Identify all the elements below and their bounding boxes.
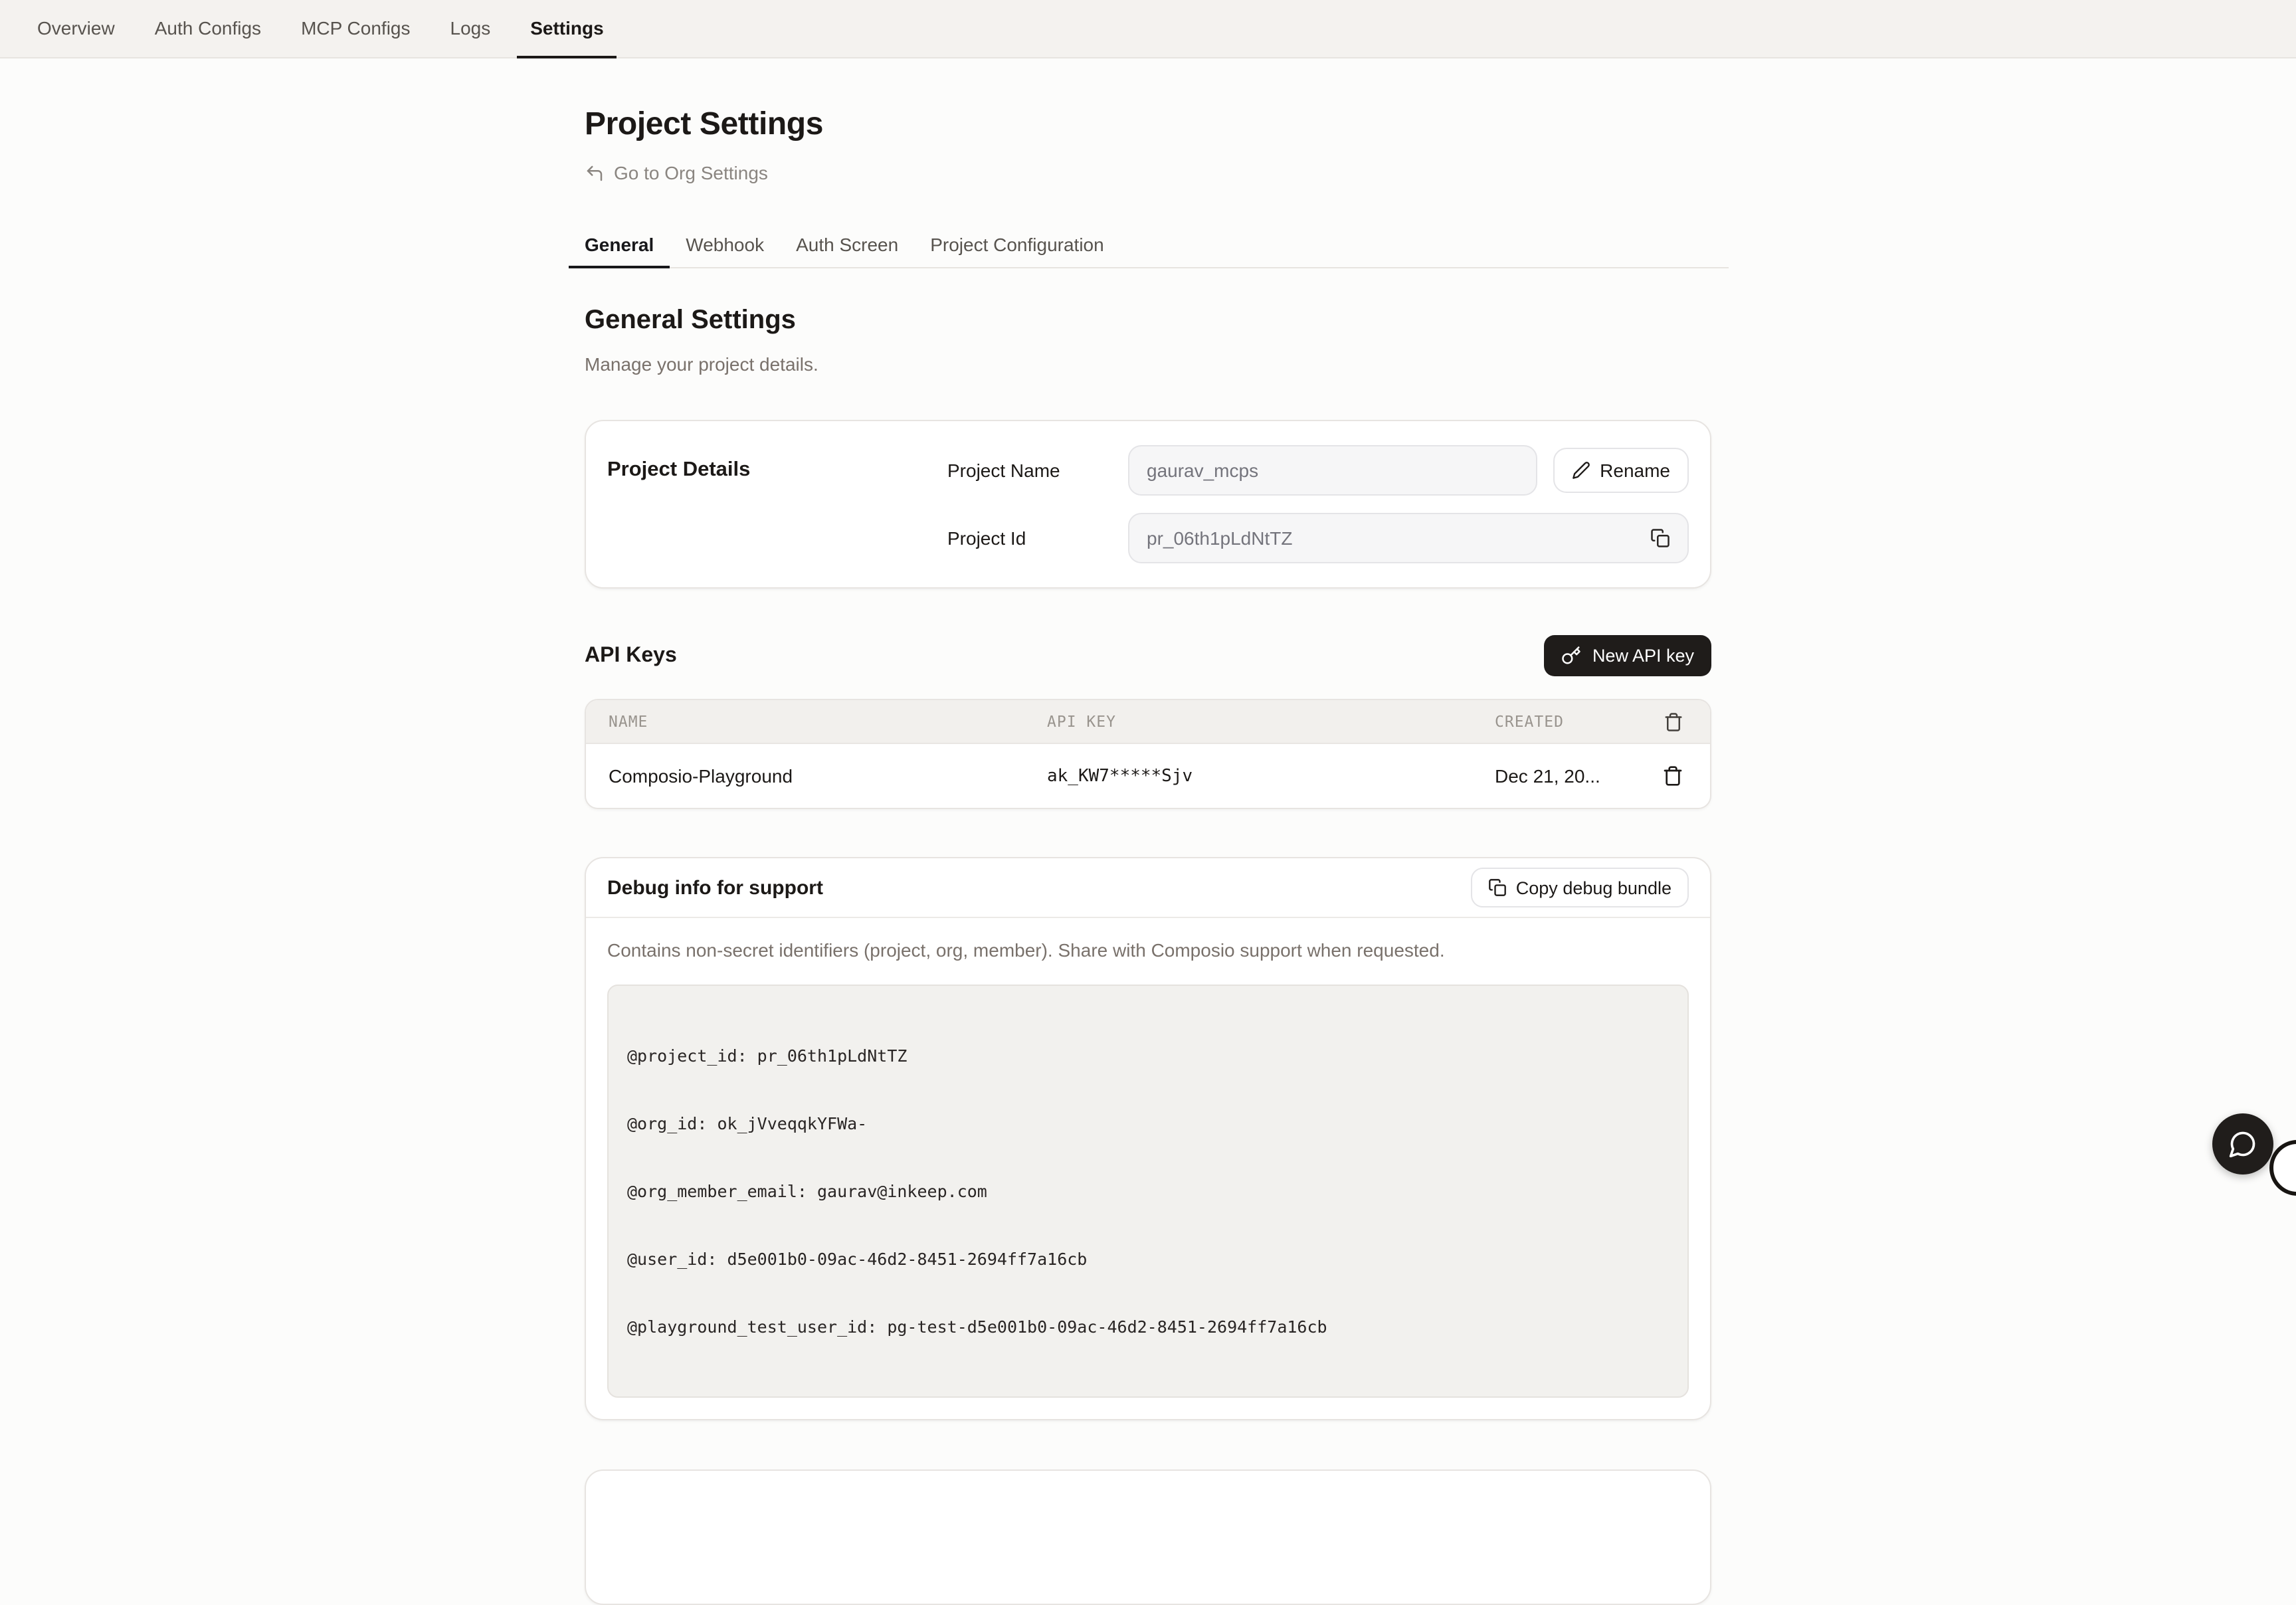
general-settings-title: General Settings <box>585 306 1711 336</box>
copy-icon <box>1488 878 1507 897</box>
column-header-name: NAME <box>609 712 1047 731</box>
tab-auth-screen[interactable]: Auth Screen <box>780 222 914 268</box>
project-name-label: Project Name <box>947 460 1112 481</box>
project-details-card-title: Project Details <box>607 445 947 563</box>
project-details-form: Project Name gaurav_mcps Rename Project … <box>947 445 1689 563</box>
delete-api-key-button[interactable] <box>1658 761 1687 791</box>
debug-info-body: Contains non-secret identifiers (project… <box>586 918 1710 1419</box>
rename-button-label: Rename <box>1600 460 1670 481</box>
new-api-key-button-label: New API key <box>1592 646 1694 666</box>
code-line: @user_id: d5e001b0-09ac-46d2-8451-2694ff… <box>627 1248 1669 1270</box>
speech-bubble-icon <box>2228 1129 2257 1159</box>
general-settings-subtitle: Manage your project details. <box>585 353 1711 375</box>
project-id-input: pr_06th1pLdNtTZ <box>1128 513 1689 563</box>
delete-all-keys-icon-header <box>1636 711 1710 731</box>
code-line: @project_id: pr_06th1pLdNtTZ <box>627 1044 1669 1067</box>
debug-info-card: Debug info for support Copy debug bundle… <box>585 857 1711 1420</box>
pencil-icon <box>1572 461 1590 480</box>
api-keys-table-header: NAME API KEY CREATED <box>586 700 1710 743</box>
project-id-label: Project Id <box>947 527 1112 549</box>
api-key-masked-value: ak_KW7*****Sjv <box>1047 766 1495 786</box>
api-keys-title: API Keys <box>585 644 677 668</box>
next-section-card-partial <box>585 1469 1711 1605</box>
code-line: @org_member_email: gaurav@inkeep.com <box>627 1180 1669 1202</box>
column-header-api-key: API KEY <box>1047 712 1495 731</box>
rename-button[interactable]: Rename <box>1553 448 1689 493</box>
debug-info-title: Debug info for support <box>607 876 823 899</box>
copy-debug-bundle-button[interactable]: Copy debug bundle <box>1471 868 1689 907</box>
nav-tab-mcp-configs[interactable]: MCP Configs <box>288 0 423 58</box>
tab-project-configuration[interactable]: Project Configuration <box>914 222 1120 268</box>
code-line: @playground_test_user_id: pg-test-d5e001… <box>627 1315 1669 1338</box>
chat-support-button[interactable] <box>2212 1113 2273 1175</box>
trash-icon <box>1662 765 1683 787</box>
api-keys-header-row: API Keys New API key <box>585 635 1711 676</box>
go-to-org-settings-label: Go to Org Settings <box>614 162 768 183</box>
tab-general[interactable]: General <box>569 222 670 268</box>
api-key-name: Composio-Playground <box>609 765 1047 787</box>
code-line: @org_id: ok_jVveqqkYFWa- <box>627 1112 1669 1135</box>
tab-webhook[interactable]: Webhook <box>670 222 780 268</box>
project-name-value: gaurav_mcps <box>1147 460 1258 481</box>
corner-widget-partial[interactable] <box>2269 1140 2296 1196</box>
column-header-created: CREATED <box>1495 712 1636 731</box>
settings-tabs: General Webhook Auth Screen Project Conf… <box>569 222 1729 268</box>
api-key-created-date: Dec 21, 20... <box>1495 765 1636 787</box>
debug-identifiers-code-block: @project_id: pr_06th1pLdNtTZ @org_id: ok… <box>607 985 1689 1398</box>
copy-icon <box>1650 528 1670 548</box>
app-root: Overview Auth Configs MCP Configs Logs S… <box>0 0 2296 1182</box>
top-nav: Overview Auth Configs MCP Configs Logs S… <box>0 0 2296 58</box>
page-content: Project Settings Go to Org Settings Gene… <box>585 58 1711 1605</box>
project-details-card: Project Details Project Name gaurav_mcps… <box>585 420 1711 589</box>
nav-tab-overview[interactable]: Overview <box>24 0 128 58</box>
nav-tab-settings[interactable]: Settings <box>517 0 617 58</box>
project-id-value: pr_06th1pLdNtTZ <box>1147 527 1292 549</box>
nav-tab-auth-configs[interactable]: Auth Configs <box>142 0 274 58</box>
copy-debug-bundle-label: Copy debug bundle <box>1516 878 1672 897</box>
debug-info-card-header: Debug info for support Copy debug bundle <box>586 858 1710 918</box>
go-to-org-settings-link[interactable]: Go to Org Settings <box>585 162 768 183</box>
new-api-key-button[interactable]: New API key <box>1545 635 1711 676</box>
debug-info-description: Contains non-secret identifiers (project… <box>607 939 1689 961</box>
page-title: Project Settings <box>585 106 1711 143</box>
key-icon <box>1562 646 1582 666</box>
nav-tab-logs[interactable]: Logs <box>437 0 504 58</box>
copy-project-id-button[interactable] <box>1648 525 1673 551</box>
api-keys-table: NAME API KEY CREATED Composio-Playground… <box>585 699 1711 809</box>
project-name-input[interactable]: gaurav_mcps <box>1128 445 1537 496</box>
api-key-row: Composio-Playground ak_KW7*****Sjv Dec 2… <box>586 743 1710 808</box>
corner-up-left-icon <box>585 163 605 183</box>
